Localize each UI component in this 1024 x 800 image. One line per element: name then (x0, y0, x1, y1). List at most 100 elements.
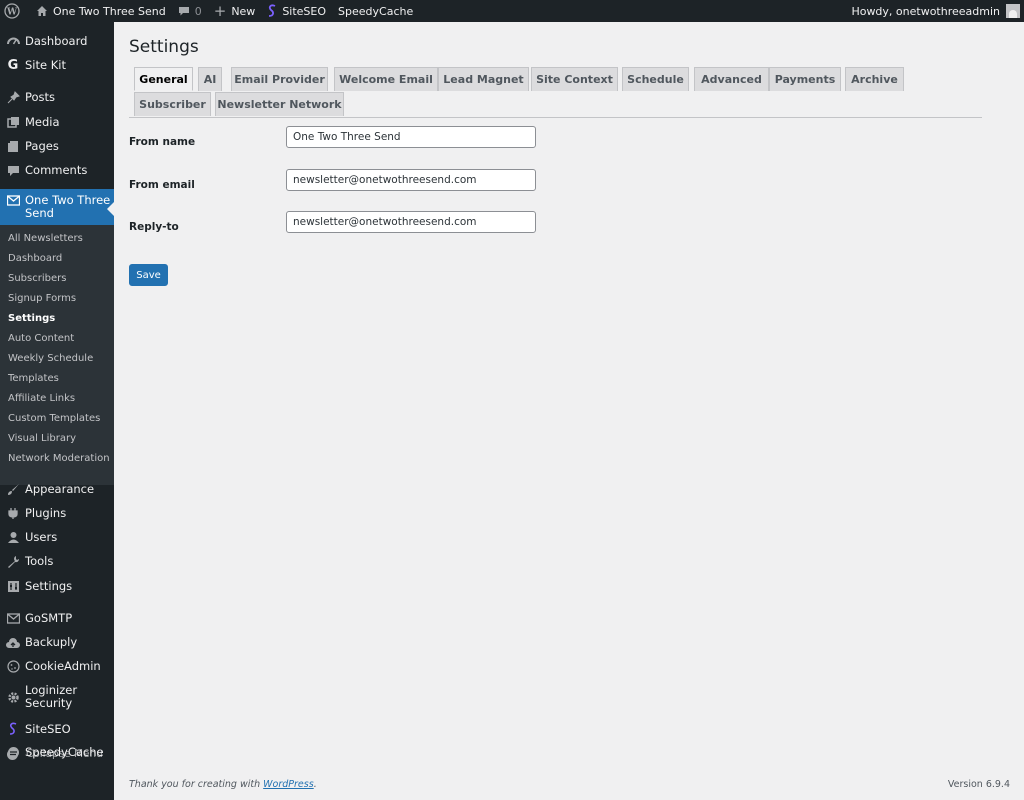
tab-archive[interactable]: Archive (845, 67, 904, 91)
submenu-item-settings[interactable]: Settings (8, 313, 55, 324)
sidebar-item-appearance[interactable]: Appearance (0, 483, 114, 496)
submenu-item-signup-forms[interactable]: Signup Forms (8, 293, 76, 304)
tab-advanced[interactable]: Advanced (694, 67, 769, 91)
tab-site-context[interactable]: Site Context (531, 67, 618, 91)
from-name-input[interactable] (286, 126, 536, 148)
footer-version: Version 6.9.4 (947, 779, 1010, 790)
main-content: Settings General AI Email Provider Welcome … (114, 22, 1024, 800)
tab-subscriber[interactable]: Subscriber (134, 92, 211, 116)
sidebar-item-cookieadmin[interactable]: CookieAdmin (0, 660, 114, 673)
sidebar-item-label: Pages (25, 139, 59, 153)
media-icon (3, 116, 23, 129)
submenu-item-auto-content[interactable]: Auto Content (8, 333, 74, 344)
pin-icon (3, 91, 23, 104)
brush-icon (3, 483, 23, 496)
submenu-item-all-newsletters[interactable]: All Newsletters (8, 233, 83, 244)
tab-email-provider[interactable]: Email Provider (231, 67, 328, 91)
siteseo-icon (267, 4, 277, 18)
sidebar-item-label: Tools (25, 554, 54, 568)
sidebar-item-speedycache[interactable]: SpeedyCache (0, 746, 114, 759)
tab-ai[interactable]: AI (198, 67, 222, 91)
settings-icon (3, 580, 23, 593)
from-email-input[interactable] (286, 169, 536, 191)
sidebar-item-label: Users (25, 530, 58, 544)
submenu-item-subscribers[interactable]: Subscribers (8, 273, 66, 284)
submenu-item-templates[interactable]: Templates (8, 373, 59, 384)
sidebar-item-label: SiteSEO (25, 721, 71, 736)
sidebar-item-users[interactable]: Users (0, 531, 114, 544)
sidebar-item-label: Comments (25, 163, 88, 177)
reply-to-input[interactable] (286, 211, 536, 233)
cookie-icon (3, 660, 23, 673)
sidebar-item-media[interactable]: Media (0, 116, 114, 129)
home-icon (36, 5, 48, 17)
sidebar-item-site-kit[interactable]: G Site Kit (0, 58, 114, 73)
sidebar-item-one-two-three-send[interactable]: One Two Three Send (0, 189, 114, 225)
speedycache-label: SpeedyCache (338, 4, 414, 18)
sidebar-item-label: SpeedyCache (25, 745, 104, 759)
sidebar-item-label: Dashboard (25, 34, 88, 48)
speedycache-icon (3, 746, 23, 759)
reply-to-label: Reply-to (129, 221, 179, 233)
my-account-menu[interactable]: Howdy, onetwothreeadmin (845, 0, 1024, 22)
footer-thanks-suffix: . (313, 779, 317, 790)
sidebar-item-comments[interactable]: Comments (0, 164, 114, 177)
sidebar-item-pages[interactable]: Pages (0, 140, 114, 153)
siteseo-menu[interactable]: SiteSEO (261, 0, 332, 22)
dashboard-icon (3, 35, 23, 48)
siteseo-icon (3, 722, 23, 736)
sidebar-item-label: Backuply (25, 635, 78, 649)
sidebar-item-settings[interactable]: Settings (0, 580, 114, 593)
sidebar-item-siteseo[interactable]: SiteSEO (0, 722, 114, 736)
comments-count: 0 (194, 4, 202, 18)
envelope-icon (3, 613, 23, 624)
sidebar-item-label: One Two Three Send (25, 193, 111, 220)
wp-logo-menu[interactable]: W (0, 0, 26, 22)
new-content-menu[interactable]: + New (208, 0, 262, 22)
plus-icon: + (213, 2, 227, 20)
sidebar-item-label: Media (25, 115, 60, 129)
submenu-item-visual-library[interactable]: Visual Library (8, 433, 76, 444)
site-name-menu[interactable]: One Two Three Send (26, 0, 172, 22)
submenu-item-network-moderation[interactable]: Network Moderation (8, 453, 110, 464)
submenu-item-weekly-schedule[interactable]: Weekly Schedule (8, 353, 93, 364)
tab-welcome-email[interactable]: Welcome Email (334, 67, 438, 91)
submenu-item-dashboard[interactable]: Dashboard (8, 253, 62, 264)
tab-newsletter-network[interactable]: Newsletter Network (215, 92, 344, 116)
submenu-item-custom-templates[interactable]: Custom Templates (8, 413, 100, 424)
mail-icon (3, 195, 23, 206)
settings-tabs: General AI Email Provider Welcome Email Lead… (129, 67, 982, 118)
speedycache-menu[interactable]: SpeedyCache (332, 0, 419, 22)
page-title: Settings (129, 37, 199, 57)
admin-bar: W One Two Three Send 0 + New SiteSEO Spe… (0, 0, 1024, 22)
avatar (1006, 4, 1020, 18)
tab-schedule[interactable]: Schedule (622, 67, 689, 91)
save-button[interactable]: Save (129, 264, 168, 286)
sidebar-item-label: Settings (25, 579, 73, 593)
siteseo-label: SiteSEO (282, 4, 327, 18)
svg-text:W: W (6, 8, 18, 18)
sidebar-item-label: Loginizer Security (25, 683, 78, 710)
tab-general[interactable]: General (134, 67, 193, 91)
sidebar-item-tools[interactable]: Tools (0, 555, 114, 568)
comments-menu[interactable]: 0 (172, 0, 208, 22)
footer-thanks: Thank you for creating with WordPress. (129, 779, 317, 790)
pages-icon (3, 140, 23, 153)
footer-thanks-prefix: Thank you for creating with (129, 779, 264, 790)
wordpress-link[interactable]: WordPress (263, 779, 314, 790)
sidebar-item-backuply[interactable]: Backuply (0, 636, 114, 649)
sidebar-item-posts[interactable]: Posts (0, 91, 114, 104)
comment-bubble-icon (178, 5, 190, 17)
tab-payments[interactable]: Payments (769, 67, 841, 91)
tab-lead-magnet[interactable]: Lead Magnet (438, 67, 529, 91)
sidebar-item-loginizer-security[interactable]: Loginizer Security (0, 684, 114, 710)
sidebar-item-plugins[interactable]: Plugins (0, 507, 114, 520)
greeting: Howdy, onetwothreeadmin (851, 4, 1000, 18)
sitekit-icon: G (7, 58, 19, 73)
sidebar-item-label: CookieAdmin (25, 659, 101, 673)
sidebar-item-label: Appearance (25, 482, 95, 496)
from-name-label: From name (129, 136, 196, 148)
submenu-item-affiliate-links[interactable]: Affiliate Links (8, 393, 75, 404)
sidebar-item-gosmtp[interactable]: GoSMTP (0, 612, 114, 625)
sidebar-item-dashboard[interactable]: Dashboard (0, 35, 114, 48)
